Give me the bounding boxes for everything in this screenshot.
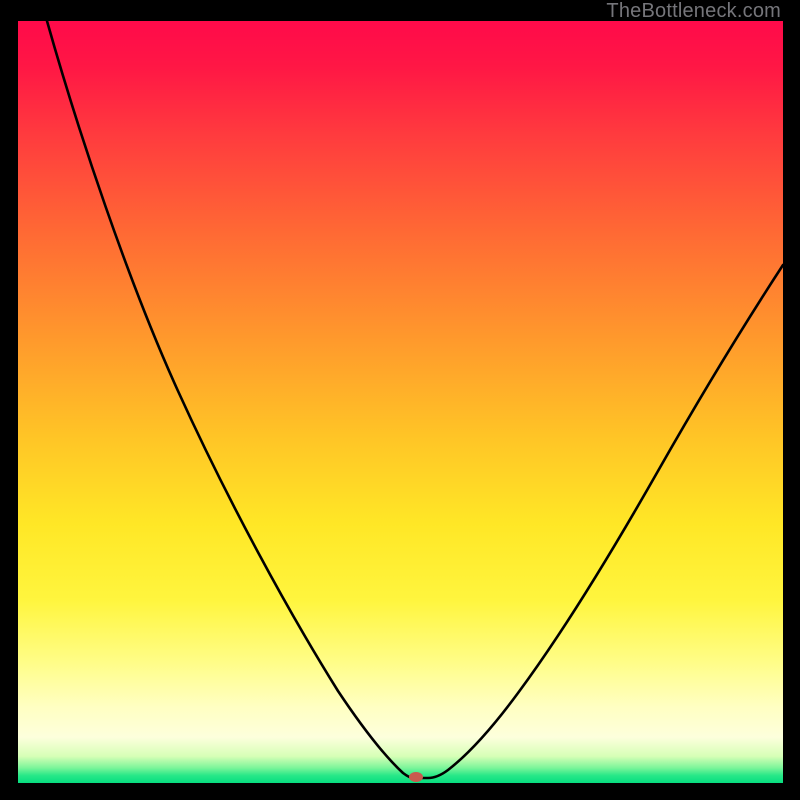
chart-frame: path[data-name="bottleneck-curve"]{displ…: [0, 0, 800, 800]
plot-area: path[data-name="bottleneck-curve"]{displ…: [18, 21, 783, 783]
curve-layer: path[data-name="bottleneck-curve"]{displ…: [18, 21, 783, 783]
watermark-text: TheBottleneck.com: [606, 0, 781, 23]
v-curve: [47, 21, 783, 778]
min-point-marker: [409, 772, 423, 782]
